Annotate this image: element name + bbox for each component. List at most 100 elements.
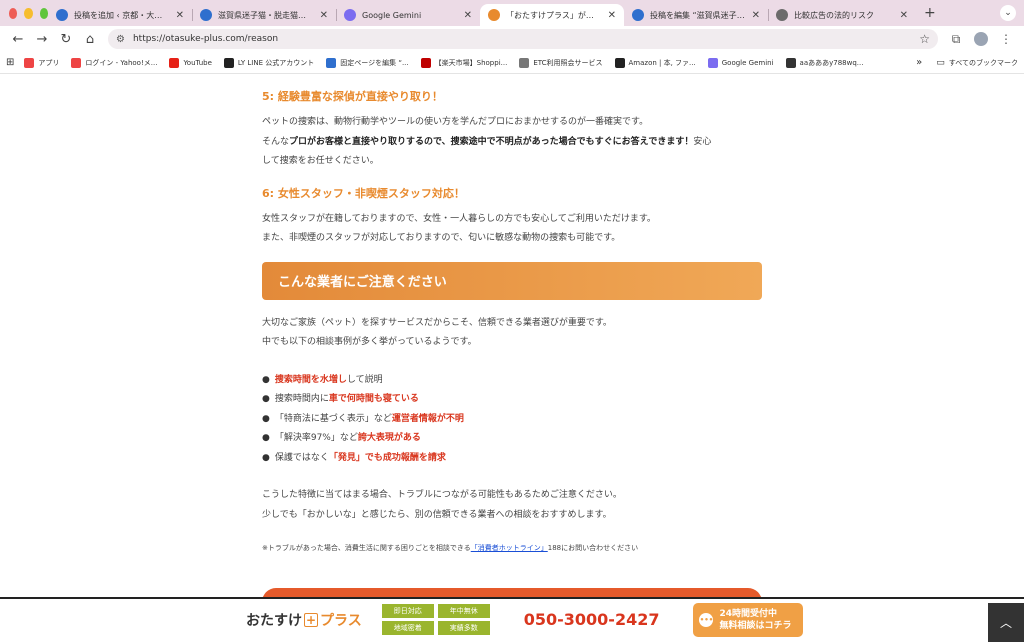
feature-badge: 年中無休 [437,604,490,618]
logo-text-a: おたすけ [246,612,302,629]
consumer-hotline-link[interactable]: 「消費者ホットライン」 [471,544,548,552]
bookmark-star-icon[interactable]: ☆ [919,32,930,46]
window-controls [0,7,48,19]
bookmark-favicon-icon [707,57,718,68]
text-span: 安心 [693,136,712,147]
bookmark-item[interactable]: ETC利用照会サービス [519,57,603,68]
note-text: ※トラブルがあった場合、消費生活に関する困りごとを相談できる [262,544,471,552]
new-tab-button[interactable]: + [916,5,944,21]
bookmark-favicon-icon [614,57,625,68]
bookmark-item[interactable]: 【楽天市場】Shoppi... [420,57,508,68]
item-text: して説明 [346,374,383,385]
bookmark-label: 固定ページを編集 “... [340,58,409,67]
caution-banner: こんな業者にご注意ください [262,261,762,300]
address-bar[interactable]: ⚙ https://otasuke-plus.com/reason ☆ [108,29,938,49]
browser-tab[interactable]: 投稿を追加 ‹ 京都・大阪・滋賀 | ✕ [48,4,192,26]
bookmark-label: Google Gemini [721,58,774,67]
bookmark-favicon-icon [223,57,234,68]
browser-tab[interactable]: Google Gemini ✕ [336,4,480,26]
caution-list-item: ● 「解決率97%」など誇大表現がある [262,429,762,449]
bookmark-item[interactable]: 固定ページを編集 “... [326,57,409,68]
bookmark-item[interactable]: Google Gemini [707,57,774,68]
tab-favicon-icon [776,9,788,21]
tab-close-icon[interactable]: ✕ [320,10,328,21]
folder-icon: ▭ [936,57,945,68]
cta-line1: 24時間受付中 [719,608,778,619]
browser-menu-icon[interactable]: ⋮ [994,32,1018,46]
browser-tab[interactable]: 投稿を編集 “滋賀県迷子猫・脱走 ✕ [624,4,768,26]
forward-icon[interactable]: → [30,32,54,47]
tab-close-icon[interactable]: ✕ [464,10,472,21]
tab-close-icon[interactable]: ✕ [176,10,184,21]
tab-close-icon[interactable]: ✕ [752,10,760,21]
tab-favicon-icon [56,9,68,21]
bookmark-label: aaあああy788wq... [799,58,864,67]
fixed-footer-bar: おたすけ + プラス 即日対応 年中無休 地域密着 実績多数 050-3000-242… [0,597,1024,642]
reason-content: 5: 経験豊富な探偵が直接やり取り！ ペットの捜索は、動物行動学やツールの使い方… [262,88,762,553]
caution-list-item: ● 捜索時間を水増しして説明 [262,371,762,391]
section6-heading: 6: 女性スタッフ・非喫煙スタッフ対応！ [262,186,465,200]
url-text[interactable]: https://otasuke-plus.com/reason [133,34,919,44]
phone-number[interactable]: 050-3000-2427 [524,610,660,629]
feature-badge: 地域密着 [381,621,434,635]
caution-intro-line1: 大切なご家族（ペット）を探すサービスだからこそ、信頼できる業者選びが重要です。 [262,317,612,328]
bookmark-item[interactable]: aaあああy788wq... [785,57,864,68]
tab-search-icon[interactable]: ⌄ [1000,5,1016,21]
caution-outro-line1: こうした特徴に当てはまる場合、トラブルにつながる可能性もあるためご注意ください。 [262,490,622,500]
extensions-icon[interactable]: ⧉ [944,32,968,47]
home-icon[interactable]: ⌂ [78,32,102,47]
browser-tab[interactable]: 「おたすけプラス」が選ばれる理由 ✕ [480,4,624,26]
apps-grid-icon[interactable]: ⊞ [6,57,14,68]
browser-tab[interactable]: 滋賀県迷子猫・脱走猫ない保護率 ✕ [192,4,336,26]
site-logo[interactable]: おたすけ + プラス [246,610,362,630]
bookmark-label: ログイン - Yahoo!メ... [85,58,158,67]
site-info-icon[interactable]: ⚙ [116,34,125,45]
tab-title: Google Gemini [362,10,422,20]
tab-favicon-icon [632,9,644,21]
hotline-note: ※トラブルがあった場合、消費生活に関する困りごとを相談できる「消費者ホットライン… [262,543,762,553]
logo-text-b: プラス [320,612,362,629]
item-warning-text: 車で何時間も寝ている [328,394,419,404]
bookmark-label: LY LINE 公式アカウント [237,58,315,67]
section6-line1: 女性スタッフが在籍しておりますので、女性・一人暮らしの方でも安心してご利用いただ… [262,213,656,224]
tab-close-icon[interactable]: ✕ [608,10,616,21]
bookmarks-overflow-button[interactable]: » [916,57,922,68]
note-text: 188にお問い合わせください [547,544,639,552]
bookmark-favicon-icon [519,57,530,68]
bookmark-item[interactable]: Amazon | 本, ファ... [614,57,696,68]
bookmark-item[interactable]: ログイン - Yahoo!メ... [71,57,158,68]
caution-list: ● 捜索時間を水増しして説明 ● 捜索時間内に車で何時間も寝ている ● 「特商法に基づく表… [262,371,762,469]
reload-icon[interactable]: ↻ [54,32,78,47]
section5-line1: ペットの捜索は、動物行動学やツールの使い方を学んだプロにおまかせするのが一番確実… [262,117,649,127]
bookmark-favicon-icon [326,57,337,68]
section5-line3: して捜索をお任せください。 [262,156,379,166]
text-span: そんな [262,136,290,147]
close-window-button[interactable] [9,7,18,19]
bookmark-label: Amazon | 本, ファ... [628,58,696,67]
feature-badge: 即日対応 [381,604,434,618]
item-text: 捜索時間内に [274,394,329,404]
bullet-icon: ● [262,413,270,424]
bookmark-item[interactable]: YouTube [169,57,212,68]
bookmark-item[interactable]: LY LINE 公式アカウント [223,57,315,68]
zoom-window-button[interactable] [39,7,48,19]
bookmark-item[interactable]: アプリ [24,57,59,68]
section6-body: 女性スタッフが在籍しておりますので、女性・一人暮らしの方でも安心してご利用いただ… [262,210,762,249]
bookmark-label: 【楽天市場】Shoppi... [434,58,508,67]
minimize-window-button[interactable] [24,7,33,19]
tab-close-icon[interactable]: ✕ [900,10,908,21]
item-warning-text: 運営者情報が不明 [391,413,464,424]
browser-tab[interactable]: 比較広告の法的リスク ✕ [768,4,916,26]
browser-toolbar: ← → ↻ ⌂ ⚙ https://otasuke-plus.com/reaso… [0,26,1024,52]
all-bookmarks-folder[interactable]: ▭ すべてのブックマーク [936,58,1018,68]
bullet-icon: ● [262,394,270,404]
tab-favicon-icon [344,9,356,21]
tab-title: 投稿を編集 “滋賀県迷子猫・脱走 [650,10,746,20]
profile-avatar[interactable] [974,32,988,46]
caution-list-item: ● 保護ではなく「発見」でも成功報酬を請求 [262,449,762,469]
back-to-top-icon[interactable]: ︿ [988,603,1024,642]
free-consult-button[interactable]: ••• 24時間受付中 無料相談はコチラ [693,602,804,637]
bullet-icon: ● [262,374,270,385]
back-icon[interactable]: ← [6,32,30,47]
caution-list-item: ● 「特商法に基づく表示」など運営者情報が不明 [262,410,762,430]
